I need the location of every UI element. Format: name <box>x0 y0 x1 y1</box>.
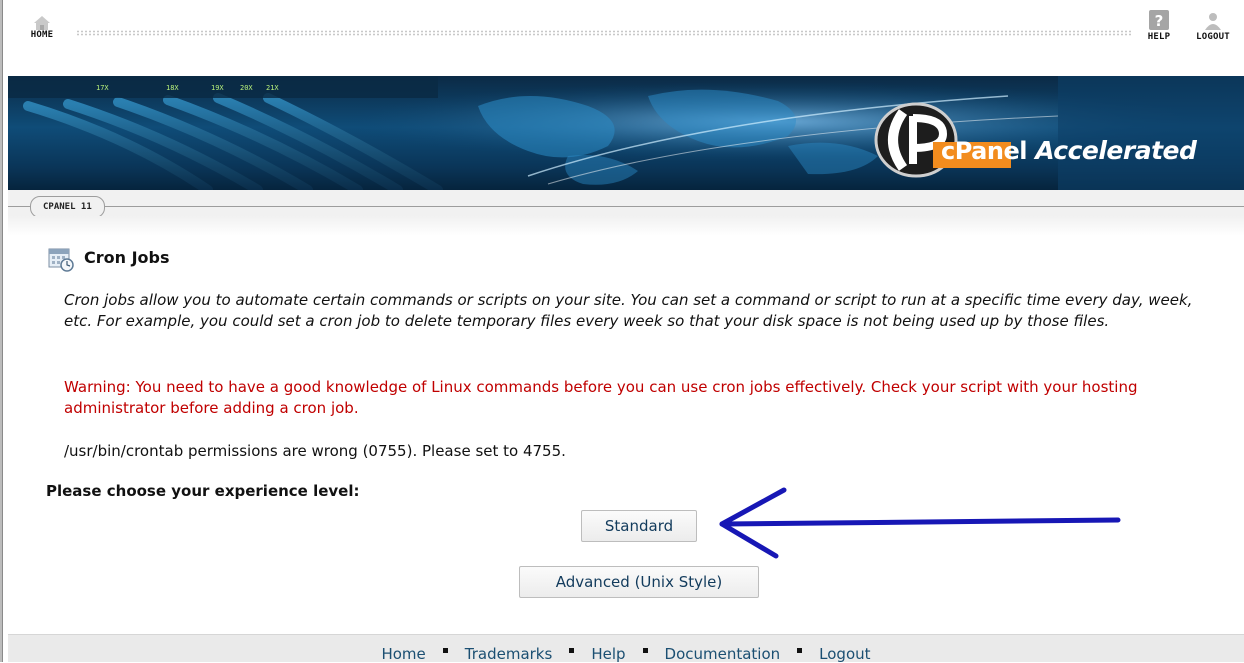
nav-home-link[interactable]: HOME <box>22 8 62 40</box>
dotted-divider <box>76 30 1131 36</box>
separator-dot <box>569 648 575 653</box>
footer-link-trademarks[interactable]: Trademarks <box>465 645 553 663</box>
nav-logout-link[interactable]: LOGOUT <box>1192 8 1234 42</box>
permissions-notice: /usr/bin/crontab permissions are wrong (… <box>64 442 566 460</box>
calendar-clock-icon <box>48 248 74 272</box>
banner-artwork: 17X 18X 19X 20X 21X <box>8 76 1244 190</box>
nav-logout-label: LOGOUT <box>1196 32 1230 42</box>
svg-text:20X: 20X <box>240 84 253 92</box>
nav-help-link[interactable]: ? HELP <box>1144 8 1174 42</box>
svg-text:21X: 21X <box>266 84 279 92</box>
svg-text:19X: 19X <box>211 84 224 92</box>
footer-link-logout[interactable]: Logout <box>819 645 870 663</box>
separator-dot <box>797 648 803 653</box>
question-icon: ? <box>1149 10 1169 30</box>
nav-help-label: HELP <box>1147 32 1171 42</box>
experience-level-heading: Please choose your experience level: <box>46 482 360 500</box>
svg-text:18X: 18X <box>166 84 179 92</box>
intro-text: Cron jobs allow you to automate certain … <box>64 291 1193 330</box>
standard-button[interactable]: Standard <box>581 510 697 542</box>
tab-strip: CPANEL 11 <box>8 190 1244 236</box>
footer: Home Trademarks Help Documentation Logout <box>8 635 1244 663</box>
footer-link-home[interactable]: Home <box>381 645 425 663</box>
cpanel-logo: cPanel Accelerated <box>941 136 1197 165</box>
top-nav: HOME ? HELP LOGOUT <box>8 8 1244 76</box>
user-icon <box>1205 13 1221 30</box>
annotation-arrow <box>719 487 1121 559</box>
warning-text: Warning: You need to have a good knowled… <box>64 378 1138 417</box>
separator-dot <box>442 648 448 653</box>
cpanel-banner: 17X 18X 19X 20X 21X cPanel Accelerated <box>8 76 1244 190</box>
separator-dot <box>642 648 648 653</box>
svg-text:?: ? <box>1155 12 1164 30</box>
nav-home-label: HOME <box>30 30 54 40</box>
svg-text:17X: 17X <box>96 84 109 92</box>
footer-link-help[interactable]: Help <box>591 645 625 663</box>
page-title: Cron Jobs <box>84 248 170 267</box>
tab-cpanel-11[interactable]: CPANEL 11 <box>30 196 105 218</box>
window-left-border <box>0 0 3 662</box>
house-icon <box>34 16 50 30</box>
footer-links: Home Trademarks Help Documentation Logout <box>8 645 1244 663</box>
advanced-unix-style-button[interactable]: Advanced (Unix Style) <box>519 566 759 598</box>
footer-link-documentation[interactable]: Documentation <box>665 645 781 663</box>
